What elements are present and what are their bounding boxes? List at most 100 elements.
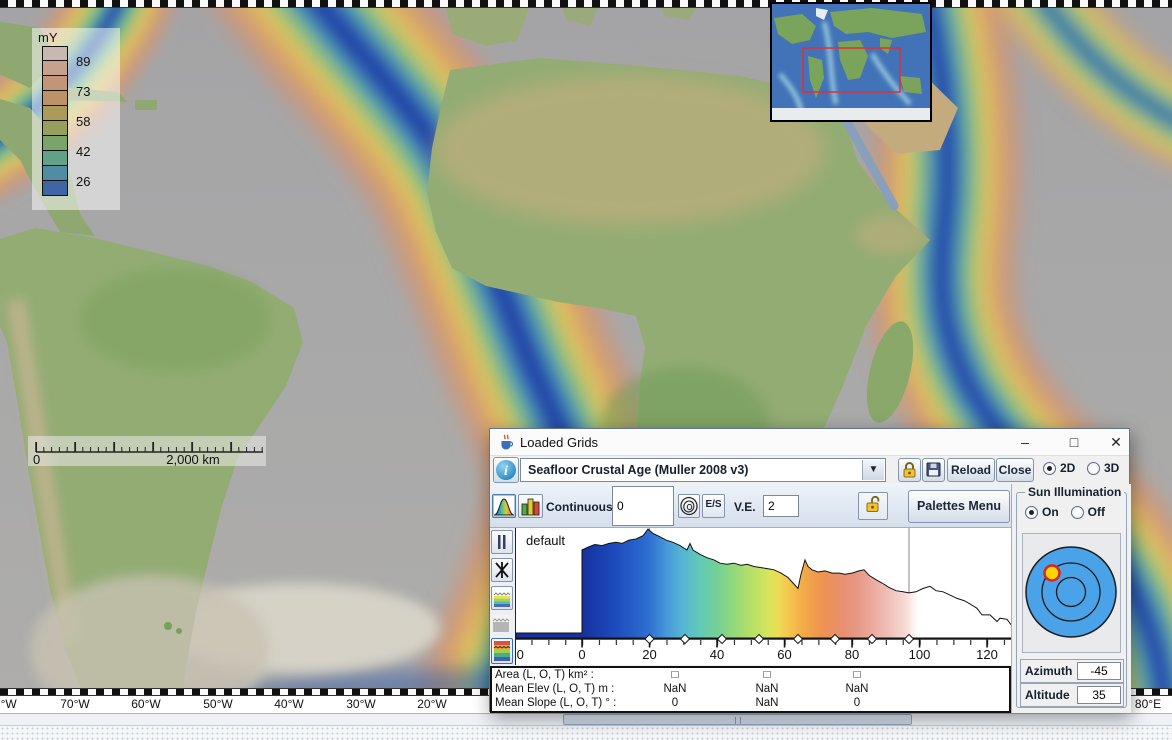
legend-tick: 42 (76, 144, 106, 159)
radio-sun-on[interactable]: On (1025, 505, 1059, 519)
sun-illumination-panel: Sun Illumination On Off (1011, 484, 1131, 713)
reload-button[interactable]: Reload (947, 458, 995, 482)
stats-value: NaN (630, 682, 720, 696)
stats-row-label: Mean Slope (L, O, T) ° : (495, 696, 616, 710)
selected-grid-name: Seafloor Crustal Age (Muller 2008 v3) (528, 463, 748, 477)
lon-label: 70°W (60, 697, 89, 711)
java-app-icon (498, 434, 514, 450)
lon-label: 30°W (346, 697, 375, 711)
radio-3d-dot[interactable] (1087, 462, 1100, 475)
lon-label: 20°W (417, 697, 446, 711)
close-grid-button[interactable]: Close (996, 458, 1034, 482)
save-grid-icon[interactable] (922, 458, 945, 482)
histogram-palette-mode-button[interactable] (492, 494, 516, 518)
legend-units-label: mY (38, 30, 58, 45)
svg-text:120: 120 (976, 647, 998, 662)
table-row: Mean Slope (L, O, T) ° : 0 NaN 0 (492, 696, 1009, 710)
table-row: Area (L, O, T) km² : □ □ □ (492, 668, 1009, 682)
horizontal-scrollbar[interactable] (0, 713, 1172, 726)
maximize-icon[interactable]: □ (1057, 429, 1091, 455)
legend-color-bar (42, 46, 68, 196)
dialog-titlebar[interactable]: Loaded Grids – □ ✕ (490, 429, 1129, 456)
svg-text:20: 20 (642, 647, 656, 662)
azimuth-input[interactable] (1077, 662, 1121, 680)
sahara-desert (435, 75, 825, 225)
normalize-palette-button[interactable] (491, 586, 513, 610)
table-row: Mean Elev (L, O, T) m : NaN NaN NaN (492, 682, 1009, 696)
area-checkbox[interactable]: □ (630, 668, 720, 682)
grid-select-dropdown[interactable]: Seafloor Crustal Age (Muller 2008 v3) ▼ (520, 458, 886, 482)
delete-node-button[interactable] (491, 558, 513, 582)
legend-tick: 58 (76, 114, 106, 129)
svg-text:60: 60 (777, 647, 791, 662)
palette-name-label: default (526, 533, 565, 548)
svg-text:i: i (504, 464, 508, 479)
scale-zero-label: 0 (33, 452, 40, 466)
scrollbar-grip-icon (735, 717, 741, 724)
stats-row-label: Mean Elev (L, O, T) m : (495, 682, 614, 696)
map-top-tick-border (0, 0, 1172, 8)
minimize-icon[interactable]: – (1008, 429, 1042, 455)
stats-value: 0 (812, 696, 902, 710)
radio-3d[interactable]: 3D (1087, 461, 1119, 475)
lon-label: 80°E (1135, 697, 1161, 711)
lock-grid-button[interactable] (898, 458, 921, 482)
application-window: mY 89 73 58 42 26 0 2,000 km (0, 0, 1172, 740)
unlock-palette-button[interactable] (858, 492, 888, 520)
altitude-input[interactable] (1077, 686, 1121, 704)
map-scale-bar: 0 2,000 km (28, 436, 266, 466)
radio-2d[interactable]: 2D (1043, 461, 1075, 475)
info-button[interactable]: i (493, 457, 519, 483)
overview-inset-map[interactable] (770, 2, 932, 122)
altitude-label: Altitude (1025, 688, 1070, 702)
radio-2d-dot[interactable] (1043, 462, 1056, 475)
lon-label: 40°W (274, 697, 303, 711)
sun-position-handle[interactable] (1045, 566, 1060, 581)
grayscale-palette-button[interactable] (491, 614, 513, 638)
lon-label: 60°W (131, 697, 160, 711)
chevron-down-icon[interactable]: ▼ (862, 460, 884, 480)
palettes-menu-button[interactable]: Palettes Menu (908, 490, 1010, 523)
area-checkbox[interactable]: □ (812, 668, 902, 682)
altitude-row: Altitude (1020, 683, 1124, 707)
contour-lines-button[interactable] (678, 494, 700, 518)
loaded-grids-dialog: Loaded Grids – □ ✕ i Seafloor Crustal Ag… (489, 428, 1130, 712)
radio-sun-off-dot[interactable] (1071, 506, 1084, 519)
close-window-icon[interactable]: ✕ (1099, 429, 1133, 455)
stats-value: NaN (722, 696, 812, 710)
stats-value: NaN (812, 682, 902, 696)
elevation-slope-toggle-button[interactable]: E/S (702, 494, 725, 518)
vertical-exaggeration-input[interactable] (763, 495, 799, 517)
lon-label: 50°W (203, 697, 232, 711)
grid-toolbar: i Seafloor Crustal Age (Muller 2008 v3) … (490, 456, 1129, 484)
discrete-bars-mode-button[interactable] (518, 494, 543, 518)
scrollbar-thumb[interactable] (563, 714, 912, 725)
sun-direction-dial[interactable] (1022, 533, 1121, 653)
legend-tick: 26 (76, 174, 106, 189)
histogram-x-axis (516, 638, 1012, 640)
vertical-exaggeration-label: V.E. (734, 500, 756, 514)
svg-text:100: 100 (909, 647, 931, 662)
palette-toolbar: Continuous: E/S V.E. Palettes Menu (490, 484, 1011, 528)
stats-value: NaN (722, 682, 812, 696)
radio-sun-off[interactable]: Off (1071, 505, 1105, 519)
sun-illumination-title: Sun Illumination (1025, 485, 1124, 499)
sun-illumination-group: Sun Illumination On Off (1016, 492, 1127, 708)
color-scale-legend: mY 89 73 58 42 26 (32, 28, 120, 210)
palette-histogram-editor[interactable]: default -20 0 20 4 (515, 528, 1011, 665)
radio-sun-on-dot[interactable] (1025, 506, 1038, 519)
legend-tick: 89 (76, 54, 106, 69)
svg-text:40: 40 (710, 647, 724, 662)
azimuth-label: Azimuth (1025, 664, 1072, 678)
rainbow-palette-button[interactable] (491, 638, 513, 664)
legend-tick: 73 (76, 84, 106, 99)
histogram-tool-column (490, 528, 515, 666)
continuous-input[interactable] (612, 486, 674, 526)
inset-antarctica (772, 108, 930, 120)
stats-value: 0 (630, 696, 720, 710)
stats-row-label: Area (L, O, T) km² : (495, 668, 594, 682)
svg-text:-20: -20 (516, 647, 524, 662)
area-checkbox[interactable]: □ (722, 668, 812, 682)
split-palette-button[interactable] (491, 530, 513, 554)
svg-text:80: 80 (845, 647, 859, 662)
